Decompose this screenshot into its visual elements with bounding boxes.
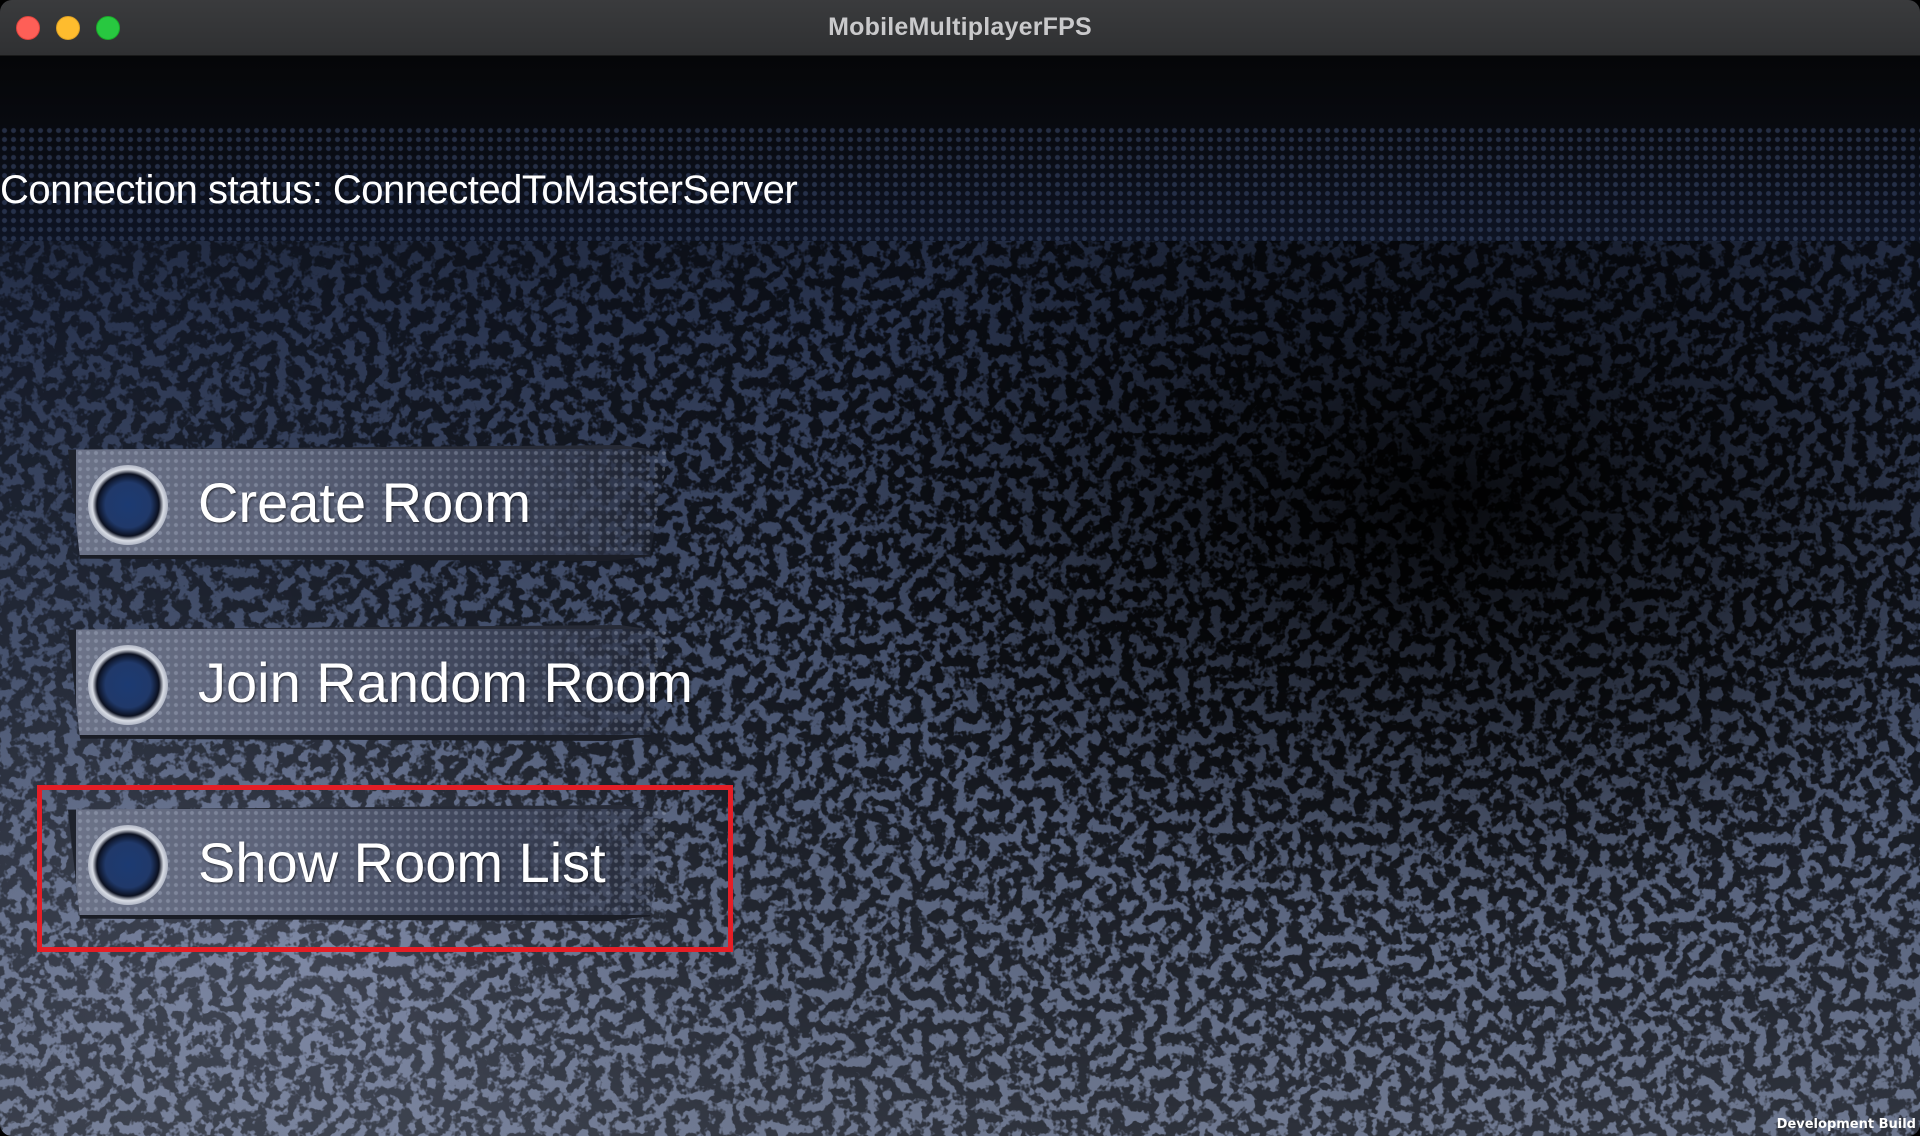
app-window: MobileMultiplayerFPS Connection status:	[0, 0, 1920, 1136]
create-room-button[interactable]: Create Room	[68, 439, 668, 567]
game-viewport: Connection status: ConnectedToMasterServ…	[0, 56, 1920, 1136]
join-random-room-label: Join Random Room	[198, 651, 693, 714]
bullet-hole-icon	[88, 645, 168, 725]
development-build-label: Development Build	[1776, 1117, 1916, 1132]
create-room-label: Create Room	[198, 471, 532, 534]
highlight-box	[37, 785, 733, 952]
window-title: MobileMultiplayerFPS	[828, 13, 1092, 41]
connection-status: Connection status: ConnectedToMasterServ…	[0, 168, 798, 212]
header-band	[0, 56, 1920, 241]
title-bar[interactable]: MobileMultiplayerFPS	[0, 0, 1920, 56]
join-random-room-button[interactable]: Join Random Room	[68, 619, 693, 747]
bullet-hole-icon	[88, 465, 168, 545]
